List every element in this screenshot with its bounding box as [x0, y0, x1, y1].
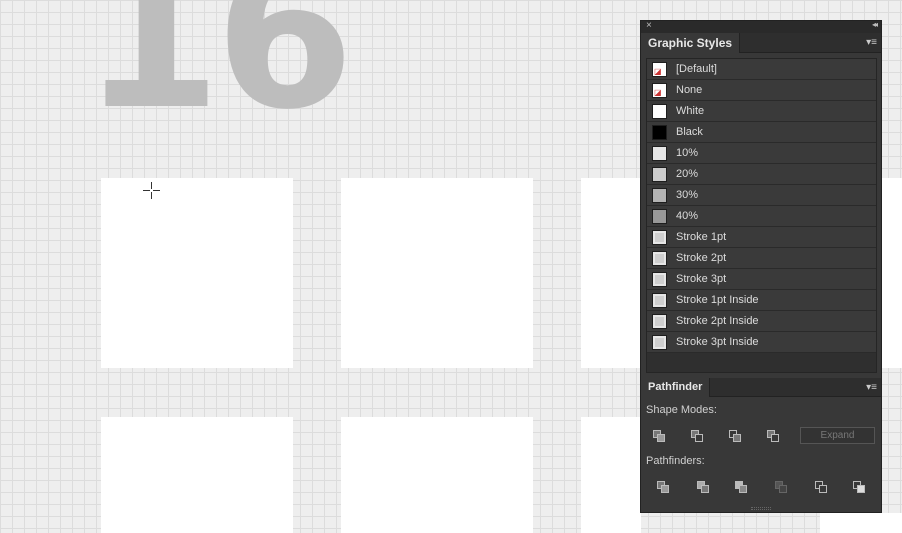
pathfinder-menu-icon[interactable]: ▾≡ — [866, 382, 877, 393]
unite-icon[interactable] — [649, 426, 669, 444]
graphic-styles-list: ◪ [Default] ◪ None White Black 10% 20% 30% 40% Str… — [646, 58, 877, 373]
style-swatch — [652, 125, 667, 140]
graphic-style-name: None — [676, 84, 703, 96]
swatch-indicator-icon: ◪ — [654, 67, 662, 76]
panel-menu-icon[interactable]: ▾≡ — [866, 37, 877, 48]
artboard-2[interactable] — [341, 178, 533, 368]
graphic-style-row[interactable]: White — [647, 101, 876, 122]
graphic-style-row[interactable]: 40% — [647, 206, 876, 227]
graphic-style-name: Stroke 2pt — [676, 252, 727, 264]
artboard-6[interactable] — [581, 417, 641, 533]
tab-pathfinder[interactable]: Pathfinder — [641, 378, 711, 397]
style-swatch: ◪ — [652, 62, 667, 77]
collapse-icon[interactable]: ◂◂ — [872, 20, 878, 29]
graphic-style-row[interactable]: Stroke 1pt — [647, 227, 876, 248]
style-swatch — [652, 167, 667, 182]
artboard-number: 16 — [82, 0, 354, 154]
swatch-indicator-icon: ◪ — [654, 88, 662, 97]
style-swatch — [652, 188, 667, 203]
artboard-8[interactable] — [820, 513, 902, 533]
graphic-styles-panel: × ◂◂ Graphic Styles ▾≡ ◪ [Default] ◪ None Wh… — [640, 20, 882, 513]
artboard-7[interactable] — [882, 178, 902, 368]
artboard-4[interactable] — [101, 417, 293, 533]
graphic-style-name: White — [676, 105, 705, 117]
graphic-style-row[interactable]: 10% — [647, 143, 876, 164]
crosshair-cursor-icon — [143, 182, 160, 199]
style-swatch: ◪ — [652, 83, 667, 98]
tab-graphic-styles[interactable]: Graphic Styles — [641, 33, 741, 53]
close-icon[interactable]: × — [646, 20, 652, 31]
style-swatch — [652, 293, 667, 308]
graphic-style-row[interactable]: Stroke 2pt — [647, 248, 876, 269]
style-swatch — [652, 209, 667, 224]
merge-icon[interactable] — [731, 477, 751, 495]
graphic-style-row[interactable]: ◪ None — [647, 80, 876, 101]
graphic-style-name: Stroke 3pt — [676, 273, 727, 285]
shape-modes-label: Shape Modes: — [646, 404, 717, 416]
minus-back-icon[interactable] — [849, 477, 869, 495]
graphic-style-name: Stroke 2pt Inside — [676, 315, 759, 327]
graphic-style-row[interactable]: Stroke 2pt Inside — [647, 311, 876, 332]
panel-titlebar[interactable]: × ◂◂ — [641, 20, 881, 33]
graphic-style-row[interactable]: Stroke 3pt Inside — [647, 332, 876, 353]
artboard-5[interactable] — [341, 417, 533, 533]
divide-icon[interactable] — [653, 477, 673, 495]
style-swatch — [652, 314, 667, 329]
style-swatch — [652, 230, 667, 245]
graphic-style-name: 10% — [676, 147, 699, 159]
crop-icon[interactable] — [771, 477, 791, 495]
graphic-style-name: 40% — [676, 210, 699, 222]
pathfinders-label: Pathfinders: — [646, 455, 705, 467]
outline-icon[interactable] — [811, 477, 831, 495]
style-swatch — [652, 335, 667, 350]
style-swatch — [652, 272, 667, 287]
artboard-1[interactable] — [101, 178, 293, 368]
style-swatch — [652, 251, 667, 266]
graphic-style-name: Stroke 3pt Inside — [676, 336, 759, 348]
graphic-style-row[interactable]: 30% — [647, 185, 876, 206]
graphic-style-row[interactable]: 20% — [647, 164, 876, 185]
resize-grip[interactable] — [751, 507, 771, 510]
graphic-style-row[interactable]: ◪ [Default] — [647, 59, 876, 80]
intersect-icon[interactable] — [725, 426, 745, 444]
trim-icon[interactable] — [693, 477, 713, 495]
graphic-style-name: Stroke 1pt — [676, 231, 727, 243]
graphic-style-name: [Default] — [676, 63, 717, 75]
style-swatch — [652, 104, 667, 119]
graphic-style-name: Black — [676, 126, 703, 138]
style-swatch — [652, 146, 667, 161]
graphic-style-name: Stroke 1pt Inside — [676, 294, 759, 306]
pathfinder-tabrow: Pathfinder ▾≡ — [641, 378, 881, 397]
graphic-style-name: 20% — [676, 168, 699, 180]
graphic-style-name: 30% — [676, 189, 699, 201]
artboard-3[interactable] — [581, 178, 641, 368]
minus-front-icon[interactable] — [687, 426, 707, 444]
exclude-icon[interactable] — [763, 426, 783, 444]
graphic-style-row[interactable]: Stroke 1pt Inside — [647, 290, 876, 311]
expand-button[interactable]: Expand — [800, 427, 875, 444]
graphic-styles-tabrow: Graphic Styles ▾≡ — [641, 33, 881, 53]
graphic-style-row[interactable]: Black — [647, 122, 876, 143]
graphic-style-row[interactable]: Stroke 3pt — [647, 269, 876, 290]
